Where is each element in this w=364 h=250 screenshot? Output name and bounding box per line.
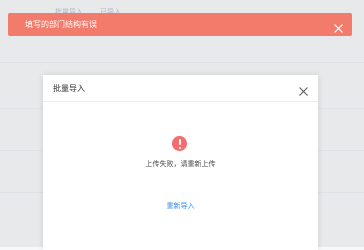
error-toast: 填写的部门结构有误 <box>8 13 352 36</box>
close-icon-glyph <box>299 87 308 96</box>
dialog-divider <box>43 101 318 102</box>
reimport-button[interactable]: 重新导入 <box>43 201 318 211</box>
dialog-title: 批量导入 <box>53 84 85 93</box>
batch-import-dialog: 批量导入 上传失败，请重新上传 重新导入 <box>43 75 318 250</box>
upload-failed-message: 上传失败，请重新上传 <box>145 160 216 168</box>
toast-message: 填写的部门结构有误 <box>25 20 97 29</box>
close-icon[interactable] <box>298 82 309 96</box>
error-icon <box>172 136 187 151</box>
close-icon[interactable] <box>333 19 344 33</box>
toast-close-icon-glyph <box>334 24 343 33</box>
